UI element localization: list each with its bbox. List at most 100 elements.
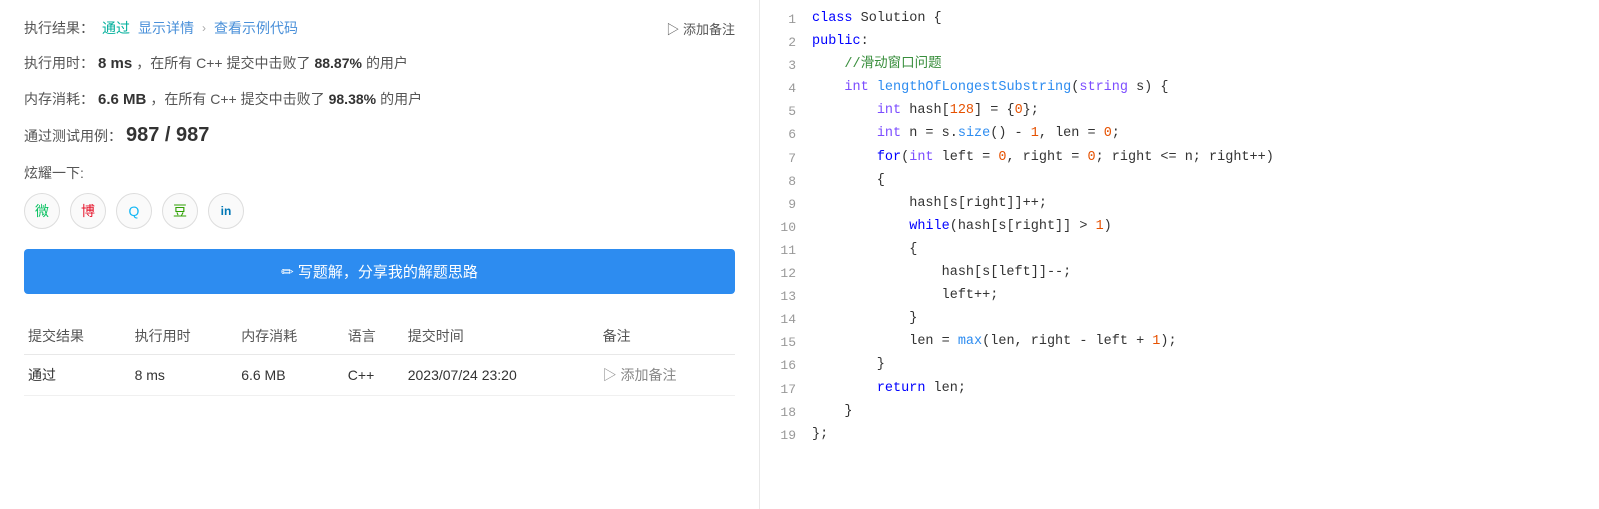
code-text: //滑动窗口问题 bbox=[812, 54, 942, 77]
qq-icon[interactable]: Q bbox=[116, 193, 152, 229]
line-number: 18 bbox=[768, 401, 796, 424]
td-time: 8 ms bbox=[131, 355, 238, 396]
line-number: 2 bbox=[768, 31, 796, 54]
result-row: 执行结果： 通过 显示详情 › 查看示例代码 ▷ 添加备注 bbox=[24, 18, 735, 38]
code-text: class Solution { bbox=[812, 8, 942, 31]
mem-value: 6.6 MB bbox=[98, 88, 146, 112]
wechat-icon[interactable]: 微 bbox=[24, 193, 60, 229]
line-number: 3 bbox=[768, 54, 796, 77]
view-example-link[interactable]: 查看示例代码 bbox=[214, 18, 298, 38]
col-header-memory: 内存消耗 bbox=[237, 318, 344, 355]
code-text: len = max(len, right - left + 1); bbox=[812, 331, 1177, 354]
td-note[interactable]: ▷ 添加备注 bbox=[599, 355, 735, 396]
exec-time-value: 8 ms bbox=[98, 52, 132, 76]
td-lang: C++ bbox=[344, 355, 404, 396]
testcase-value: 987 / 987 bbox=[126, 124, 209, 147]
result-label: 执行结果： bbox=[24, 18, 94, 38]
line-number: 10 bbox=[768, 216, 796, 239]
line-number: 6 bbox=[768, 123, 796, 146]
exec-time-percent: 88.87% bbox=[314, 52, 361, 74]
line-number: 8 bbox=[768, 170, 796, 193]
write-solution-button[interactable]: ✏ 写题解，分享我的解题思路 bbox=[24, 249, 735, 294]
exec-time-suffix: ，在所有 C++ 提交中击败了 bbox=[136, 52, 310, 74]
line-number: 16 bbox=[768, 354, 796, 377]
code-text: hash[s[left]]--; bbox=[812, 262, 1071, 285]
td-memory: 6.6 MB bbox=[237, 355, 344, 396]
code-text: } bbox=[812, 401, 853, 424]
mem-label: 内存消耗： bbox=[24, 88, 94, 110]
line-number: 17 bbox=[768, 378, 796, 401]
weibo-icon[interactable]: 博 bbox=[70, 193, 106, 229]
code-text: } bbox=[812, 308, 917, 331]
line-number: 11 bbox=[768, 239, 796, 262]
code-text: { bbox=[812, 170, 885, 193]
col-header-lang: 语言 bbox=[344, 318, 404, 355]
code-line: 4 int lengthOfLongestSubstring(string s)… bbox=[760, 77, 1599, 100]
line-number: 9 bbox=[768, 193, 796, 216]
code-line: 15 len = max(len, right - left + 1); bbox=[760, 331, 1599, 354]
result-pass: 通过 bbox=[102, 18, 130, 38]
code-line: 12 hash[s[left]]--; bbox=[760, 262, 1599, 285]
code-text: hash[s[right]]++; bbox=[812, 193, 1047, 216]
code-line: 6 int n = s.size() - 1, len = 0; bbox=[760, 123, 1599, 146]
memory-row: 内存消耗： 6.6 MB ，在所有 C++ 提交中击败了 98.38% 的用户 bbox=[24, 88, 735, 112]
col-header-submit-time: 提交时间 bbox=[404, 318, 599, 355]
add-note-button[interactable]: ▷ 添加备注 bbox=[666, 19, 735, 38]
submission-table: 提交结果 执行用时 内存消耗 语言 提交时间 备注 通过 8 ms 6.6 MB… bbox=[24, 318, 735, 396]
left-panel: 执行结果： 通过 显示详情 › 查看示例代码 ▷ 添加备注 执行用时： 8 ms… bbox=[0, 0, 760, 509]
code-text: while(hash[s[right]] > 1) bbox=[812, 216, 1112, 239]
mem-users: 的用户 bbox=[380, 88, 422, 110]
code-line: 2 public: bbox=[760, 31, 1599, 54]
social-icons-row: 微 博 Q 豆 in bbox=[24, 193, 735, 229]
show-details-link[interactable]: 显示详情 bbox=[138, 18, 194, 38]
code-line: 3 //滑动窗口问题 bbox=[760, 54, 1599, 77]
exec-time-label: 执行用时： bbox=[24, 52, 94, 74]
code-editor[interactable]: 1class Solution {2public:3 //滑动窗口问题4 int… bbox=[760, 0, 1599, 509]
line-number: 15 bbox=[768, 331, 796, 354]
code-text: { bbox=[812, 239, 917, 262]
code-line: 5 int hash[128] = {0}; bbox=[760, 100, 1599, 123]
td-result: 通过 bbox=[24, 355, 131, 396]
arrow-icon: › bbox=[202, 21, 206, 35]
code-line: 18 } bbox=[760, 401, 1599, 424]
code-line: 11 { bbox=[760, 239, 1599, 262]
douban-icon[interactable]: 豆 bbox=[162, 193, 198, 229]
line-number: 13 bbox=[768, 285, 796, 308]
line-number: 12 bbox=[768, 262, 796, 285]
line-number: 14 bbox=[768, 308, 796, 331]
code-line: 17 return len; bbox=[760, 378, 1599, 401]
exec-time-row: 执行用时： 8 ms ，在所有 C++ 提交中击败了 88.87% 的用户 bbox=[24, 52, 735, 76]
code-line: 8 { bbox=[760, 170, 1599, 193]
line-number: 5 bbox=[768, 100, 796, 123]
mem-suffix: ，在所有 C++ 提交中击败了 bbox=[150, 88, 324, 110]
code-text: int lengthOfLongestSubstring(string s) { bbox=[812, 77, 1169, 100]
code-text: for(int left = 0, right = 0; right <= n;… bbox=[812, 147, 1274, 170]
code-line: 13 left++; bbox=[760, 285, 1599, 308]
code-line: 7 for(int left = 0, right = 0; right <= … bbox=[760, 147, 1599, 170]
col-header-time: 执行用时 bbox=[131, 318, 238, 355]
line-number: 19 bbox=[768, 424, 796, 447]
right-panel: 1class Solution {2public:3 //滑动窗口问题4 int… bbox=[760, 0, 1599, 509]
testcase-row: 通过测试用例： 987 / 987 bbox=[24, 124, 735, 147]
code-line: 16 } bbox=[760, 354, 1599, 377]
code-line: 1class Solution { bbox=[760, 8, 1599, 31]
brag-label: 炫耀一下: bbox=[24, 163, 735, 183]
code-line: 19}; bbox=[760, 424, 1599, 447]
col-header-note: 备注 bbox=[599, 318, 735, 355]
table-row: 通过 8 ms 6.6 MB C++ 2023/07/24 23:20 ▷ 添加… bbox=[24, 355, 735, 396]
mem-percent: 98.38% bbox=[329, 88, 376, 110]
line-number: 4 bbox=[768, 77, 796, 100]
code-line: 14 } bbox=[760, 308, 1599, 331]
exec-time-users: 的用户 bbox=[366, 52, 408, 74]
testcase-label: 通过测试用例： bbox=[24, 126, 122, 146]
code-text: int n = s.size() - 1, len = 0; bbox=[812, 123, 1120, 146]
code-line: 9 hash[s[right]]++; bbox=[760, 193, 1599, 216]
code-text: int hash[128] = {0}; bbox=[812, 100, 1039, 123]
code-text: } bbox=[812, 354, 885, 377]
code-text: left++; bbox=[812, 285, 998, 308]
line-number: 7 bbox=[768, 147, 796, 170]
code-text: public: bbox=[812, 31, 869, 54]
code-text: }; bbox=[812, 424, 828, 447]
linkedin-icon[interactable]: in bbox=[208, 193, 244, 229]
col-header-result: 提交结果 bbox=[24, 318, 131, 355]
